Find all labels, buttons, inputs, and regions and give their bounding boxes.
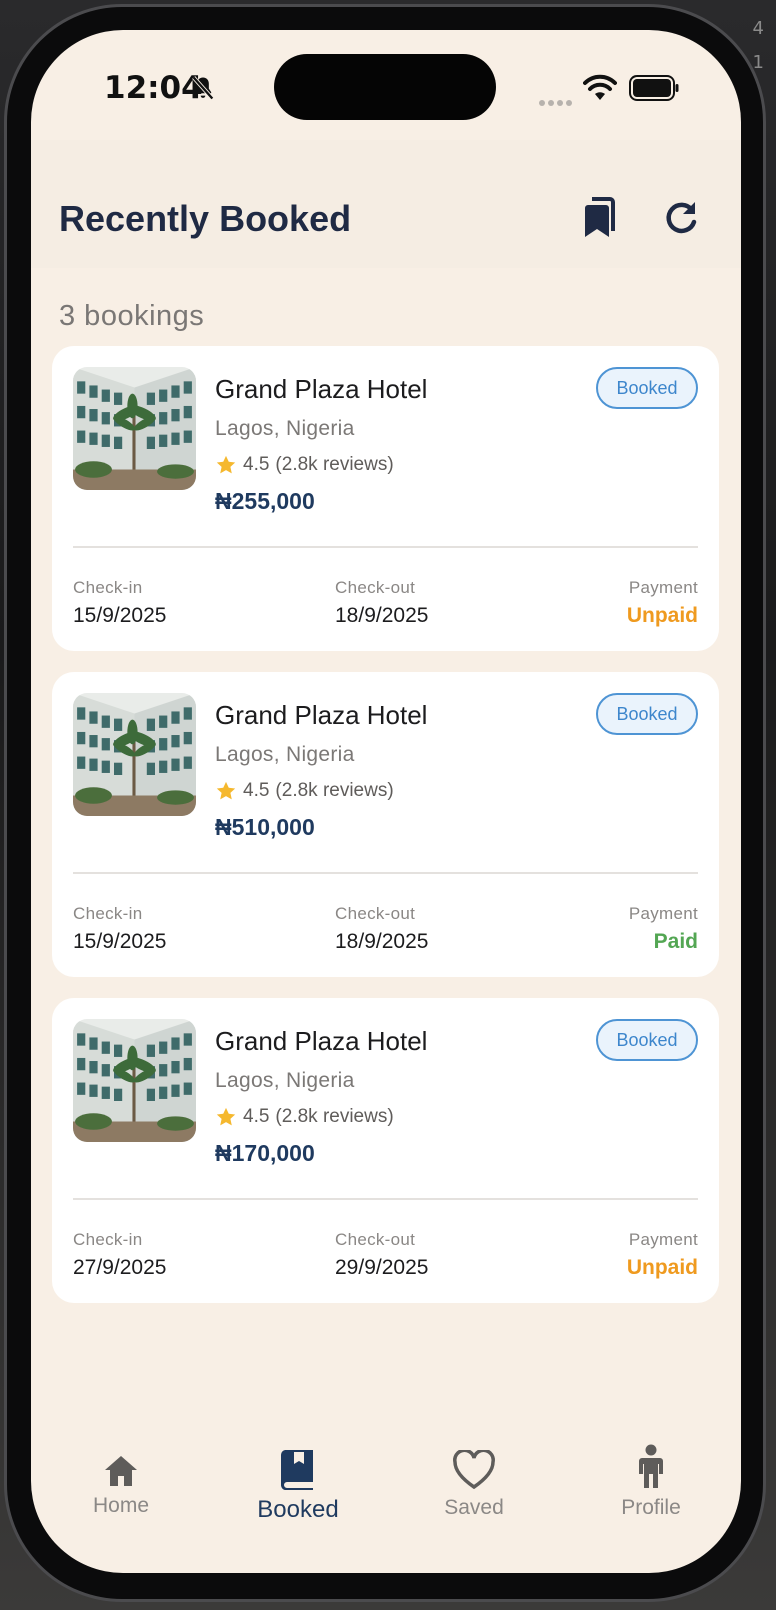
wifi-icon — [583, 74, 617, 100]
nav-label: Profile — [621, 1496, 681, 1519]
nav-label: Home — [92, 1494, 150, 1517]
payment-status: Unpaid — [626, 604, 698, 627]
signal-icon — [539, 93, 575, 111]
nav-home[interactable]: Home — [61, 1454, 181, 1518]
booking-card[interactable]: Grand Plaza Hotel Lagos, Nigeria 4.5 (2.… — [52, 998, 719, 1303]
hotel-image — [73, 367, 196, 490]
payment-status: Unpaid — [626, 1256, 698, 1279]
rating-row: 4.5 (2.8k reviews) — [215, 1104, 394, 1130]
hotel-name: Grand Plaza Hotel — [215, 700, 428, 730]
payment-label: Payment — [628, 578, 698, 597]
checkout-info: Check-out 18/9/2025 — [335, 578, 428, 628]
checkout-label: Check-out — [335, 904, 416, 923]
bookmarks-icon — [585, 197, 615, 237]
rating-row: 4.5 (2.8k reviews) — [215, 452, 394, 478]
hotel-image — [73, 693, 196, 816]
bookings-count: 3 bookings — [59, 300, 205, 332]
star-icon — [216, 781, 236, 800]
payment-label: Payment — [628, 904, 698, 923]
bookmarks-button[interactable] — [576, 196, 620, 240]
hotel-name: Grand Plaza Hotel — [215, 374, 428, 404]
status-time: 12:04 — [104, 70, 203, 106]
status-bar: 12:04 — [31, 30, 741, 140]
bell-off-icon — [192, 76, 214, 100]
status-badge: Booked — [596, 367, 698, 409]
checkin-date: 15/9/2025 — [73, 930, 167, 953]
person-icon — [639, 1444, 663, 1488]
rating-value: 4.5 — [243, 454, 270, 475]
nav-profile[interactable]: Profile — [591, 1444, 711, 1520]
bottom-nav: Home Booked Saved Profile — [31, 1420, 741, 1540]
hotel-location: Lagos, Nigeria — [215, 743, 355, 766]
app-screen: 12:04 Recently Booked 3 bookings Grand P… — [31, 30, 741, 1573]
payment-label: Payment — [628, 1230, 698, 1249]
book-icon — [280, 1450, 313, 1490]
hotel-image — [73, 1019, 196, 1142]
checkout-label: Check-out — [335, 578, 416, 597]
battery-icon — [629, 75, 679, 101]
status-badge: Booked — [596, 693, 698, 735]
checkout-info: Check-out 18/9/2025 — [335, 904, 428, 954]
checkin-label: Check-in — [73, 1230, 143, 1249]
heart-icon — [453, 1450, 495, 1490]
booking-price: ₦510,000 — [215, 814, 315, 840]
checkin-info: Check-in 15/9/2025 — [73, 904, 166, 954]
hotel-location: Lagos, Nigeria — [215, 1069, 355, 1092]
checkout-date: 29/9/2025 — [335, 1256, 429, 1279]
device-frame: 4 1 12:04 Recently Booked 3 bookings Gra… — [0, 0, 776, 1610]
nav-label: Saved — [444, 1496, 504, 1519]
booking-price: ₦255,000 — [215, 488, 315, 514]
payment-info: Payment Unpaid — [627, 578, 698, 628]
review-count: (2.8k reviews) — [275, 454, 394, 475]
nav-saved[interactable]: Saved — [414, 1450, 534, 1520]
checkin-date: 27/9/2025 — [73, 1256, 167, 1279]
checkout-date: 18/9/2025 — [335, 930, 429, 953]
dynamic-island — [274, 54, 496, 120]
home-icon — [105, 1456, 137, 1486]
checkin-label: Check-in — [73, 904, 143, 923]
checkout-info: Check-out 29/9/2025 — [335, 1230, 428, 1280]
payment-info: Payment Paid — [629, 904, 698, 954]
nav-label: Booked — [257, 1496, 339, 1523]
page-title: Recently Booked — [59, 198, 352, 239]
booking-card[interactable]: Grand Plaza Hotel Lagos, Nigeria 4.5 (2.… — [52, 672, 719, 977]
star-icon — [216, 455, 236, 474]
divider — [73, 872, 698, 874]
status-badge: Booked — [596, 1019, 698, 1061]
rating-value: 4.5 — [243, 1106, 270, 1127]
rating-value: 4.5 — [243, 780, 270, 801]
app-header: Recently Booked — [31, 140, 741, 268]
nav-booked[interactable]: Booked — [238, 1448, 358, 1524]
side-number: 4 — [752, 18, 764, 39]
divider — [73, 546, 698, 548]
divider — [73, 1198, 698, 1200]
refresh-button[interactable] — [659, 196, 703, 240]
rating-row: 4.5 (2.8k reviews) — [215, 778, 394, 804]
payment-status: Paid — [653, 930, 698, 953]
hotel-name: Grand Plaza Hotel — [215, 1026, 428, 1056]
review-count: (2.8k reviews) — [275, 780, 394, 801]
checkout-label: Check-out — [335, 1230, 416, 1249]
checkin-info: Check-in 15/9/2025 — [73, 578, 166, 628]
checkin-info: Check-in 27/9/2025 — [73, 1230, 166, 1280]
refresh-icon — [666, 202, 697, 234]
checkin-label: Check-in — [73, 578, 143, 597]
hotel-location: Lagos, Nigeria — [215, 417, 355, 440]
checkin-date: 15/9/2025 — [73, 604, 167, 627]
review-count: (2.8k reviews) — [275, 1106, 394, 1127]
checkout-date: 18/9/2025 — [335, 604, 429, 627]
star-icon — [216, 1107, 236, 1126]
payment-info: Payment Unpaid — [627, 1230, 698, 1280]
booking-card[interactable]: Grand Plaza Hotel Lagos, Nigeria 4.5 (2.… — [52, 346, 719, 651]
booking-price: ₦170,000 — [215, 1140, 315, 1166]
